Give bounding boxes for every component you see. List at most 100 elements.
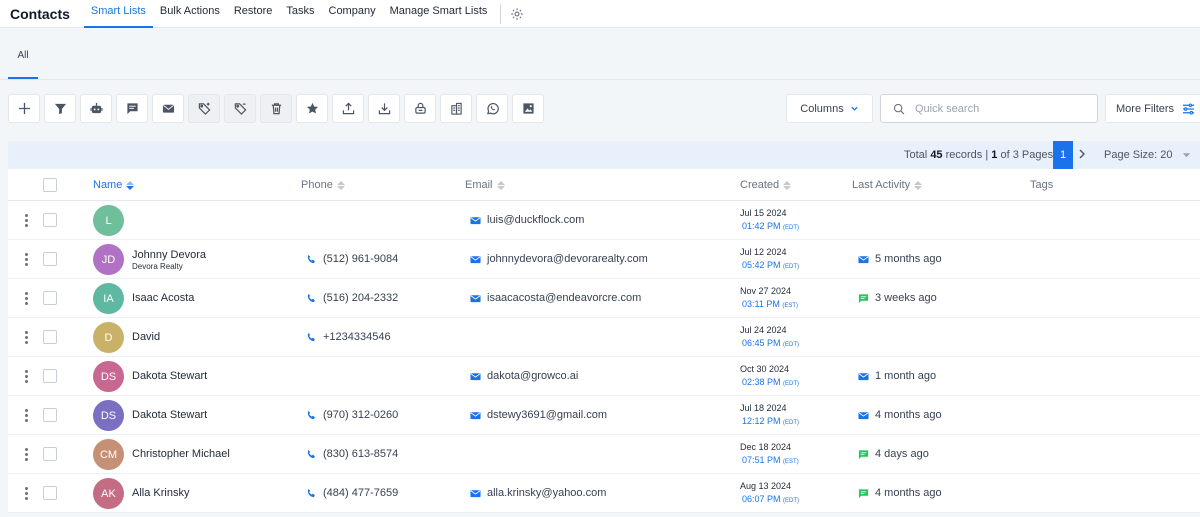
contact-phone[interactable]: (830) 613-8574 — [306, 448, 398, 460]
whatsapp-button[interactable] — [476, 94, 508, 123]
filter-button[interactable] — [44, 94, 76, 123]
contact-email[interactable]: dstewy3691@gmail.com — [470, 409, 607, 421]
last-activity: 4 months ago — [858, 409, 942, 421]
contact-name[interactable]: Dakota Stewart — [132, 370, 207, 382]
export-button[interactable] — [332, 94, 364, 123]
header-created[interactable]: Created — [740, 179, 792, 191]
table-row[interactable]: DS Dakota Stewart dakota@growco.ai Oct 30 2… — [8, 357, 1200, 396]
row-checkbox[interactable] — [43, 291, 57, 305]
table-row[interactable]: CM Christopher Michael (830) 613-8574 Dec 1… — [8, 435, 1200, 474]
avatar[interactable]: CM — [93, 439, 124, 470]
row-menu-icon[interactable] — [25, 409, 29, 422]
columns-button[interactable]: Columns — [786, 94, 873, 123]
created-time: 06:45 PM — [742, 338, 781, 348]
header-created-label: Created — [740, 179, 780, 191]
row-menu-icon[interactable] — [25, 448, 29, 461]
next-page-button[interactable] — [1078, 148, 1086, 162]
review-button[interactable] — [296, 94, 328, 123]
avatar[interactable]: IA — [93, 283, 124, 314]
chevron-right-icon — [1079, 149, 1085, 159]
tab-smart-lists[interactable]: Smart Lists — [83, 0, 153, 28]
select-all-checkbox[interactable] — [43, 178, 57, 192]
page-size-select[interactable]: Page Size: 20 — [1104, 149, 1191, 161]
tag-plus-icon — [198, 102, 210, 115]
avatar[interactable]: D — [93, 322, 124, 353]
row-menu-icon[interactable] — [25, 331, 29, 344]
contact-name[interactable]: Christopher Michael — [132, 448, 230, 460]
row-menu-icon[interactable] — [25, 370, 29, 383]
created-day: Jul 12 2024 — [740, 247, 787, 257]
contact-email[interactable]: dakota@growco.ai — [470, 370, 578, 382]
table-row[interactable]: IA Isaac Acosta (516) 204-2332 isaacacosta@… — [8, 279, 1200, 318]
row-menu-icon[interactable] — [25, 487, 29, 500]
contact-name[interactable]: Dakota Stewart — [132, 409, 207, 421]
delete-button[interactable] — [260, 94, 292, 123]
tab-bulk-actions[interactable]: Bulk Actions — [153, 0, 227, 28]
email-text: dakota@growco.ai — [487, 370, 579, 382]
import-button[interactable] — [368, 94, 400, 123]
contact-name[interactable]: Johnny Devora — [132, 249, 206, 261]
contact-email[interactable]: johnnydevora@devorarealty.com — [470, 253, 648, 265]
contact-name[interactable]: Alla Krinsky — [132, 487, 189, 499]
header-last-activity[interactable]: Last Activity — [852, 179, 923, 191]
remove-tag-button[interactable] — [224, 94, 256, 123]
created-time: 01:42 PM — [742, 221, 781, 231]
avatar[interactable]: JD — [93, 244, 124, 275]
contact-phone[interactable]: (512) 961-9084 — [306, 253, 398, 265]
row-menu-icon[interactable] — [25, 214, 29, 227]
row-menu-icon[interactable] — [25, 253, 29, 266]
contact-email[interactable]: alla.krinsky@yahoo.com — [470, 487, 606, 499]
contact-name[interactable]: David — [132, 331, 160, 343]
sms-button[interactable] — [116, 94, 148, 123]
tab-company[interactable]: Company — [322, 0, 383, 28]
header-email[interactable]: Email — [465, 179, 505, 191]
avatar[interactable]: DS — [93, 400, 124, 431]
table-row[interactable]: Lluis@duckflock.com Jul 15 2024 01:42 PM (… — [8, 201, 1200, 240]
row-checkbox[interactable] — [43, 213, 57, 227]
gear-icon[interactable] — [509, 6, 525, 22]
activity-text: 4 months ago — [875, 487, 942, 499]
row-checkbox[interactable] — [43, 447, 57, 461]
row-checkbox[interactable] — [43, 486, 57, 500]
contact-email[interactable]: isaacacosta@endeavorcre.com — [470, 292, 641, 304]
company-button[interactable] — [440, 94, 472, 123]
table-row[interactable]: D David +1234334546 Jul 24 2024 06:45 PM (ED… — [8, 318, 1200, 357]
more-filters-button[interactable]: More Filters — [1105, 94, 1200, 123]
header-last-activity-label: Last Activity — [852, 179, 911, 191]
phone-icon — [307, 488, 315, 497]
row-checkbox[interactable] — [43, 369, 57, 383]
row-checkbox[interactable] — [43, 408, 57, 422]
header-phone[interactable]: Phone — [301, 179, 345, 191]
contact-phone[interactable]: (970) 312-0260 — [306, 409, 398, 421]
contact-phone[interactable]: (484) 477-7659 — [306, 487, 398, 499]
table-row[interactable]: JD Johnny Devora Devora Realty (512) 961-90… — [8, 240, 1200, 279]
row-menu-icon[interactable] — [25, 292, 29, 305]
search-input[interactable] — [915, 102, 1085, 115]
image-button[interactable] — [512, 94, 544, 123]
tab-tasks[interactable]: Tasks — [279, 0, 321, 28]
contact-phone[interactable]: +1234334546 — [306, 331, 391, 343]
tab-all[interactable]: All — [8, 44, 38, 79]
avatar[interactable]: DS — [93, 361, 124, 392]
phone-icon — [307, 293, 315, 302]
row-checkbox[interactable] — [43, 252, 57, 266]
add-contact-button[interactable] — [8, 94, 40, 123]
add-tag-button[interactable] — [188, 94, 220, 123]
avatar[interactable]: AK — [93, 478, 124, 509]
contact-phone[interactable]: (516) 204-2332 — [306, 292, 398, 304]
page-1-button[interactable]: 1 — [1053, 141, 1073, 169]
header-name[interactable]: Name — [93, 179, 135, 191]
email-button[interactable] — [152, 94, 184, 123]
tab-manage-smart-lists[interactable]: Manage Smart Lists — [383, 0, 495, 28]
header-phone-label: Phone — [301, 179, 333, 191]
row-checkbox[interactable] — [43, 330, 57, 344]
contact-name[interactable]: Isaac Acosta — [132, 292, 194, 304]
table-row[interactable]: DS Dakota Stewart (970) 312-0260 dstewy3691… — [8, 396, 1200, 435]
avatar[interactable]: L — [93, 205, 124, 236]
contact-email[interactable]: luis@duckflock.com — [470, 214, 584, 226]
workflow-button[interactable] — [80, 94, 112, 123]
table-row[interactable]: AK Alla Krinsky (484) 477-7659 alla.krinsky… — [8, 474, 1200, 513]
sort-icon — [336, 180, 345, 190]
merge-button[interactable] — [404, 94, 436, 123]
tab-restore[interactable]: Restore — [227, 0, 280, 28]
